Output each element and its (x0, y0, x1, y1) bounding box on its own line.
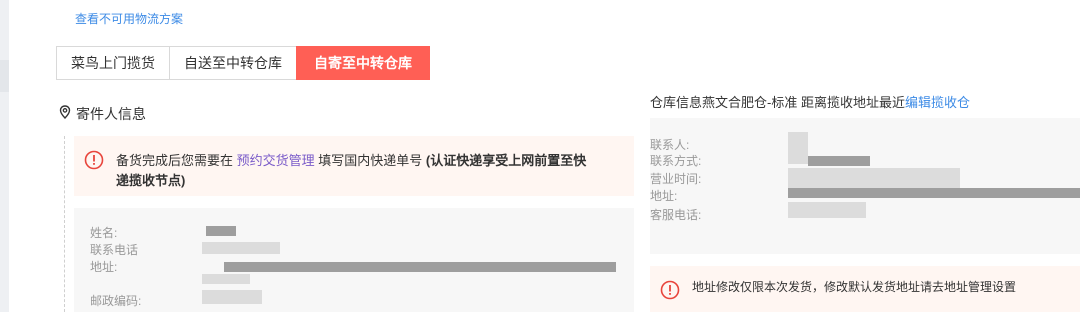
redacted-warehouse-address (788, 188, 1080, 198)
address-warning-text: 地址修改仅限本次发货，修改默认发货地址请去地址管理设置 (692, 280, 1017, 294)
phone-label: 联系电话 (90, 243, 139, 257)
warning-circle-icon (84, 150, 104, 175)
address-label: 地址: (90, 260, 118, 274)
redacted-contact-method (808, 156, 870, 166)
sender-panel: 备货完成后您需要在 预约交货管理 填写国内快递单号 (认证快递享受上网前置至快 … (64, 136, 634, 312)
postcode-label: 邮政编码: (90, 294, 142, 308)
warning-circle-icon (660, 280, 680, 305)
redacted-address-extra (202, 274, 250, 284)
redacted-name (206, 226, 236, 236)
dashed-divider (64, 136, 65, 312)
sender-info-title: 寄件人信息 (76, 106, 146, 122)
shipping-method-tabs: 菜鸟上门揽货 自送至中转仓库 自寄至中转仓库 (56, 46, 430, 80)
name-label: 姓名: (90, 226, 118, 240)
unavailable-logistics-link[interactable]: 查看不可用物流方案 (75, 10, 183, 27)
redacted-service-phone (788, 202, 866, 218)
booking-delivery-link[interactable]: 预约交货管理 (237, 153, 315, 168)
tab-self-mail[interactable]: 自寄至中转仓库 (296, 46, 430, 80)
location-icon (58, 104, 72, 124)
address-warning: 地址修改仅限本次发货，修改默认发货地址请去地址管理设置 (650, 266, 1080, 312)
sender-info-block: 姓名: 联系电话 地址: 邮政编码: (74, 208, 634, 312)
sender-notice: 备货完成后您需要在 预约交货管理 填写国内快递单号 (认证快递享受上网前置至快 … (74, 136, 634, 196)
redacted-contact (788, 132, 808, 164)
business-hours-label: 营业时间: (650, 172, 702, 186)
warehouse-address-label: 地址: (650, 189, 678, 203)
notice-text-line1: 备货完成后您需要在 预约交货管理 填写国内快递单号 (认证快递享受上网前置至快 (116, 153, 587, 168)
warehouse-info-block: 联系人: 联系方式: 营业时间: 地址: 客服电话: (650, 118, 1080, 254)
contact-label: 联系人: (650, 138, 690, 152)
edit-pickup-warehouse-link[interactable]: 编辑揽收仓 (905, 95, 970, 110)
redacted-address (224, 262, 616, 272)
redacted-phone (202, 242, 280, 254)
service-phone-label: 客服电话: (650, 208, 702, 222)
contact-method-label: 联系方式: (650, 154, 702, 168)
sender-info-heading: 寄件人信息 (58, 104, 146, 124)
redacted-postcode (202, 290, 262, 304)
notice-text-line2: 递揽收节点) (116, 173, 186, 188)
tab-self-deliver[interactable]: 自送至中转仓库 (169, 46, 297, 80)
warehouse-heading: 仓库信息燕文合肥仓-标准 距离揽收地址最近编辑揽收仓 (650, 95, 970, 110)
left-rail (0, 0, 9, 312)
tab-cainiao-pickup[interactable]: 菜鸟上门揽货 (56, 46, 170, 80)
rail-notch (0, 60, 9, 92)
